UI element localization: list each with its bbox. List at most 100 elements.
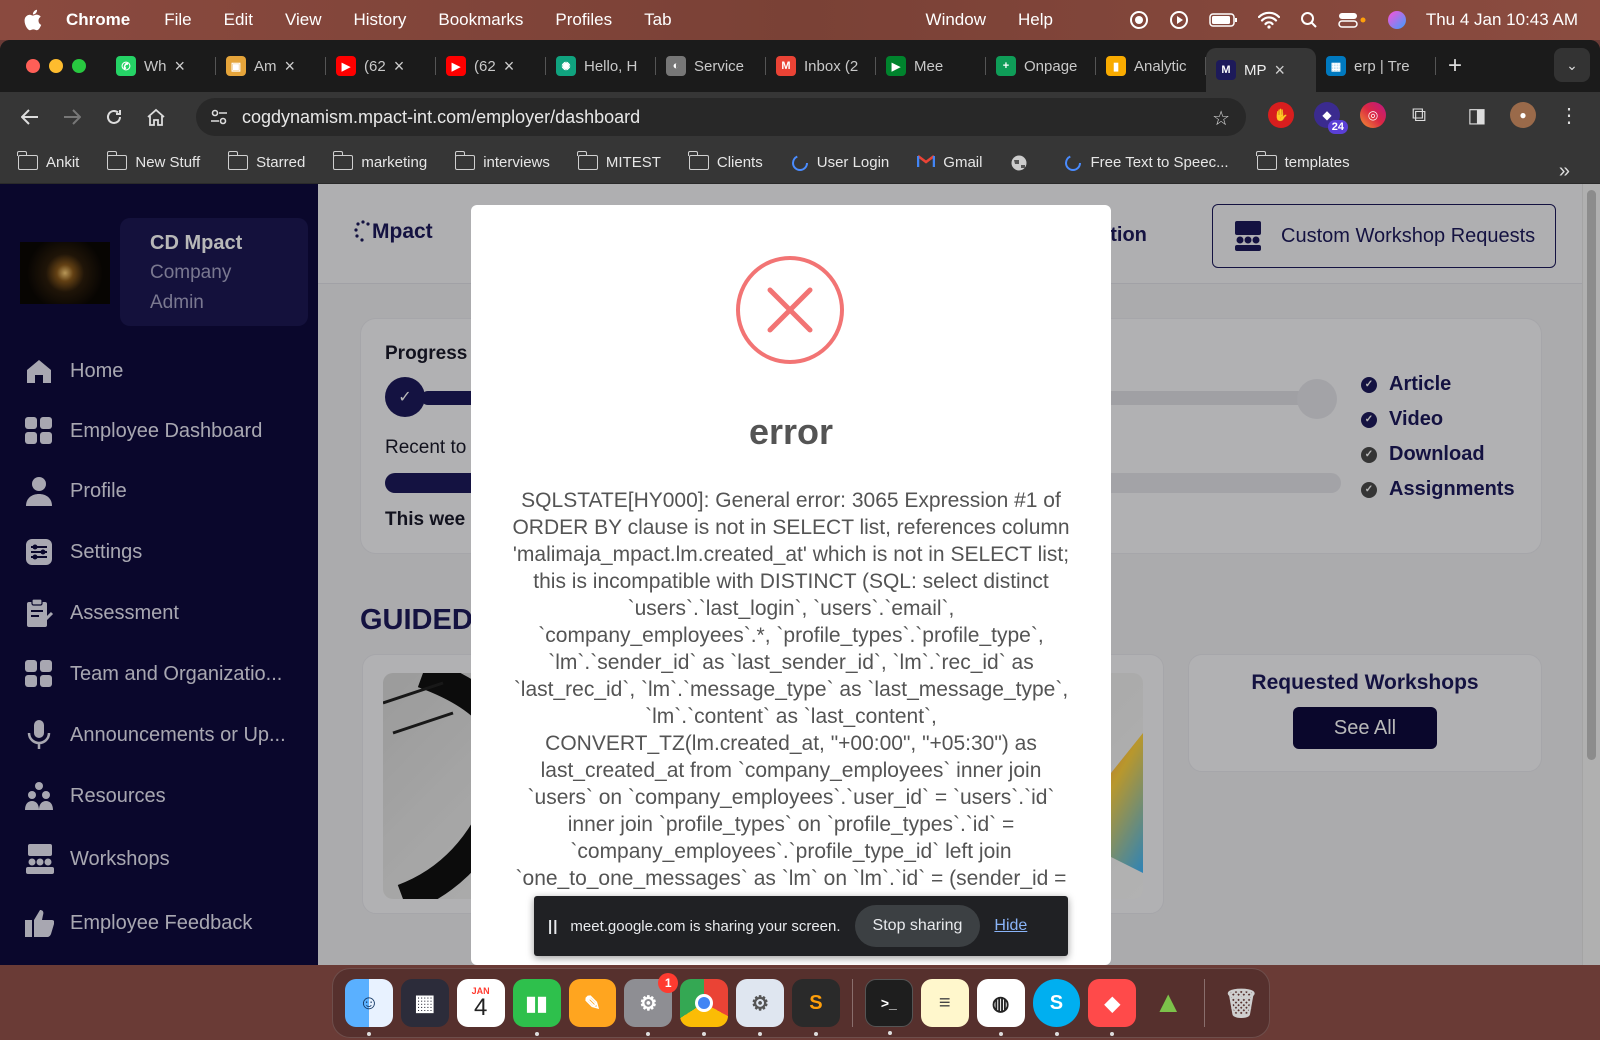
menu-history[interactable]: History (353, 10, 406, 30)
home-button[interactable] (142, 103, 170, 131)
bookmark-label: Ankit (46, 154, 80, 171)
calendar-icon[interactable]: JAN 4 (456, 979, 505, 1027)
close-tab-icon[interactable]: × (175, 56, 186, 77)
folder-icon (106, 151, 128, 170)
menu-tab[interactable]: Tab (644, 10, 671, 30)
close-tab-icon[interactable]: × (1275, 60, 1286, 81)
bookmark-item[interactable]: MITEST (577, 151, 661, 171)
browser-tab[interactable]: ✆ Wh × (106, 47, 216, 85)
menu-window[interactable]: Window (926, 10, 986, 30)
tab-separator (1435, 57, 1436, 75)
bookmark-label: Free Text to Speec... (1090, 154, 1229, 171)
wifi-icon[interactable] (1257, 9, 1280, 31)
bookmark-item[interactable]: templates (1255, 151, 1350, 171)
numbers-icon[interactable]: ▮▮ (512, 979, 561, 1036)
trash-icon[interactable]: 🗑 (1217, 979, 1265, 1027)
siri-icon[interactable] (1386, 9, 1408, 31)
instagram-extension-icon[interactable]: ◎ (1360, 102, 1386, 128)
minimize-window-button[interactable] (49, 59, 63, 73)
drag-handle-icon[interactable]: || (548, 918, 558, 935)
network-globe-icon[interactable]: ◍ (976, 979, 1025, 1036)
bookmark-item[interactable]: Free Text to Speec... (1064, 154, 1229, 172)
system-settings-icon[interactable]: ⚙ 1 (624, 973, 679, 1036)
menu-app-chrome[interactable]: Chrome (66, 10, 130, 30)
notes-icon[interactable]: ≡ (920, 979, 969, 1027)
puzzle-extensions-icon[interactable]: ⧉ (1406, 102, 1432, 128)
screen-record-icon[interactable] (1128, 9, 1150, 31)
chrome-icon[interactable] (680, 979, 729, 1036)
profile-avatar[interactable]: ● (1510, 102, 1536, 128)
close-tab-icon[interactable]: × (504, 56, 515, 77)
bookmark-item[interactable]: Gmail (917, 154, 982, 172)
play-icon[interactable] (1168, 9, 1190, 31)
control-center-icon[interactable] (1338, 9, 1368, 31)
bookmark-item[interactable]: User Login (791, 154, 889, 172)
url-text[interactable]: cogdynamism.mpact-int.com/employer/dashb… (242, 107, 640, 128)
more-bookmarks-icon[interactable]: » (1559, 160, 1570, 183)
finder-icon[interactable]: ☺ (345, 979, 393, 1036)
terminal-icon[interactable]: >_ (864, 979, 913, 1035)
adblock-extension-icon[interactable]: ✋ (1268, 102, 1294, 128)
menu-bookmarks[interactable]: Bookmarks (438, 10, 523, 30)
bookmark-item[interactable]: Starred (227, 151, 305, 171)
pages-icon[interactable]: ✎ (568, 979, 617, 1027)
reload-button[interactable] (100, 103, 128, 131)
browser-tab[interactable]: ✺ Hello, H (546, 47, 656, 85)
hide-share-bar-link[interactable]: Hide (994, 917, 1027, 935)
close-window-button[interactable] (26, 59, 40, 73)
browser-tab[interactable]: ◐ Service (656, 47, 766, 85)
tab-favicon-icon: ◐ (666, 56, 686, 76)
android-icon[interactable]: ▲ (1144, 979, 1192, 1027)
bookmark-item[interactable]: Ankit (17, 151, 80, 171)
browser-tab[interactable]: ▮ Analytic (1096, 47, 1206, 85)
apple-icon[interactable] (24, 9, 48, 31)
error-message[interactable]: SQLSTATE[HY000]: General error: 3065 Exp… (509, 487, 1073, 965)
zoom-window-button[interactable] (72, 59, 86, 73)
bookmark-item[interactable] (1010, 154, 1036, 172)
browser-tab[interactable]: + Onpage (986, 47, 1096, 85)
browser-tab[interactable]: ▶ Mee (876, 47, 986, 85)
close-tab-icon[interactable]: × (394, 56, 405, 77)
tab-title: erp | Tre (1354, 57, 1410, 75)
link-icon (791, 154, 809, 172)
browser-tab[interactable]: ▶ (62 × (436, 47, 546, 85)
bookmark-item[interactable]: New Stuff (106, 151, 200, 171)
battery-icon[interactable] (1208, 9, 1240, 31)
extension-icon-badged[interactable]: ◆ 24 (1314, 102, 1348, 134)
sublime-text-icon[interactable]: S (792, 979, 840, 1036)
bookmark-item[interactable]: Clients (688, 151, 763, 171)
chrome-menu-icon[interactable]: ⋮ (1556, 102, 1582, 128)
menu-help[interactable]: Help (1018, 10, 1053, 30)
browser-tab[interactable]: ▶ (62 × (326, 47, 436, 85)
forward-button[interactable] (58, 103, 86, 131)
menu-edit[interactable]: Edit (224, 10, 253, 30)
bookmark-item[interactable]: interviews (454, 151, 550, 171)
menu-view[interactable]: View (285, 10, 322, 30)
new-tab-button[interactable]: + (1448, 52, 1462, 80)
menu-file[interactable]: File (164, 10, 191, 30)
browser-tab[interactable]: ▦ erp | Tre (1316, 47, 1436, 85)
stop-sharing-button[interactable]: Stop sharing (854, 905, 981, 947)
tab-favicon-icon: ▶ (336, 56, 356, 76)
bookmark-item[interactable]: marketing (332, 151, 427, 171)
globe-icon (1010, 154, 1028, 172)
site-info-icon[interactable] (208, 106, 230, 128)
menu-profiles[interactable]: Profiles (555, 10, 612, 30)
spotlight-search-icon[interactable] (1298, 9, 1320, 31)
utility-settings-icon[interactable]: ⚙ (736, 979, 784, 1036)
error-title: error (748, 411, 834, 452)
address-bar[interactable]: cogdynamism.mpact-int.com/employer/dashb… (196, 98, 1246, 136)
tab-search-button[interactable]: ⌄ (1554, 48, 1590, 82)
side-panel-icon[interactable]: ◨ (1464, 102, 1490, 128)
browser-tab[interactable]: M Inbox (2 (766, 47, 876, 85)
launchpad-icon[interactable]: ▦ (400, 979, 449, 1027)
close-tab-icon[interactable]: × (285, 56, 296, 77)
tab-title: Service (694, 57, 745, 75)
clock[interactable]: Thu 4 Jan 10:43 AM (1426, 10, 1578, 30)
anydesk-icon[interactable]: ◆ (1088, 979, 1137, 1036)
browser-tab[interactable]: M MP × (1206, 48, 1316, 92)
bookmark-star-icon[interactable]: ☆ (1212, 106, 1230, 131)
browser-tab[interactable]: ▣ Am × (216, 47, 326, 85)
skype-icon[interactable]: S (1032, 979, 1081, 1036)
back-button[interactable] (16, 103, 44, 131)
